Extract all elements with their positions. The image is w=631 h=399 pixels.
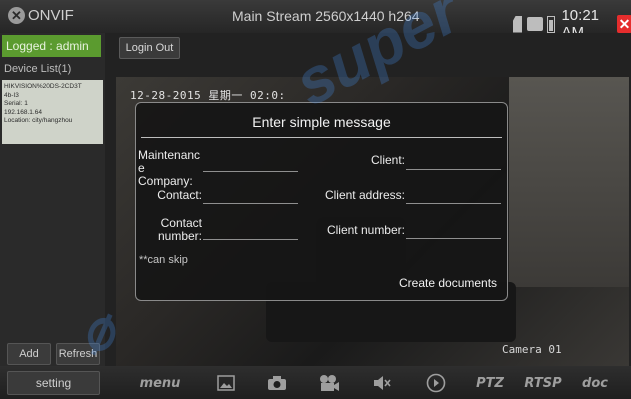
dialog-title: Enter simple message	[252, 114, 391, 130]
close-icon[interactable]: ✕	[617, 15, 631, 33]
status-bar: ✕ ONVIF Main Stream 2560x1440 h264 10:21…	[0, 0, 631, 41]
play-icon[interactable]	[425, 372, 447, 394]
menu-button[interactable]: menu	[140, 372, 181, 394]
device-name: HIKVISION%20DS-2CD3T	[4, 83, 82, 90]
device-ip: 192.168.1.64	[4, 108, 42, 116]
ptz-button[interactable]: PTZ	[474, 372, 506, 394]
camera-icon[interactable]	[265, 372, 289, 394]
sidebar: Logged : admin Device List(1) HIKVISION%…	[0, 33, 105, 366]
dialog-divider	[141, 137, 502, 138]
battery-icon	[547, 15, 556, 33]
maintenance-company-input[interactable]	[203, 171, 298, 172]
contact-label: Contact:	[157, 188, 202, 202]
client-address-label: Client address:	[324, 188, 405, 202]
image-icon[interactable]	[215, 372, 237, 394]
doc-button[interactable]: doc	[580, 372, 610, 394]
add-button[interactable]: Add	[7, 343, 51, 365]
device-location: Location: city/hangzhou	[4, 117, 73, 124]
video-scene-wall	[509, 77, 629, 287]
video-timestamp: 12-28-2015 星期一 02:0:	[130, 89, 286, 102]
login-out-button[interactable]: Login Out	[119, 37, 180, 59]
device-list-item[interactable]: HIKVISION%20DS-2CD3T 4b-I3 Serial: 1 192…	[2, 80, 103, 144]
video-record-icon[interactable]	[316, 372, 342, 394]
client-address-input[interactable]	[406, 203, 501, 204]
app-title-text: ONVIF	[28, 7, 74, 24]
device-model: 4b-I3	[4, 91, 19, 99]
maintenance-company-label: Maintenanc e Company:	[138, 148, 201, 188]
create-documents-button[interactable]: Create documents	[399, 276, 497, 290]
stream-info: Main Stream 2560x1440 h264	[232, 8, 420, 24]
device-list-title: Device List(1)	[4, 63, 72, 75]
contact-number-input[interactable]	[203, 239, 298, 240]
rtsp-button[interactable]: RTSP	[524, 372, 561, 394]
mute-icon[interactable]	[370, 372, 394, 394]
client-label: Client:	[370, 153, 405, 167]
refresh-button[interactable]: Refresh	[56, 343, 100, 365]
app-title: ✕ ONVIF	[8, 7, 74, 24]
logged-status: Logged : admin	[2, 35, 101, 57]
message-dialog: Enter simple message Maintenanc e Compan…	[135, 102, 508, 301]
client-input[interactable]	[406, 169, 501, 170]
sd-card-icon	[513, 15, 523, 33]
contact-input[interactable]	[203, 203, 298, 204]
skip-note: **can skip	[139, 254, 188, 266]
client-number-label: Client number:	[326, 223, 405, 237]
close-circle-icon[interactable]: ✕	[8, 7, 25, 24]
camera-label: Camera 01	[502, 343, 562, 356]
contact-number-label: Contact number:	[157, 216, 202, 243]
setting-button[interactable]: setting	[7, 371, 100, 395]
bottom-toolbar: setting menu PTZ RTSP doc	[0, 366, 631, 399]
client-number-input[interactable]	[406, 238, 501, 239]
device-serial: Serial: 1	[4, 100, 28, 107]
network-icon	[527, 17, 544, 31]
